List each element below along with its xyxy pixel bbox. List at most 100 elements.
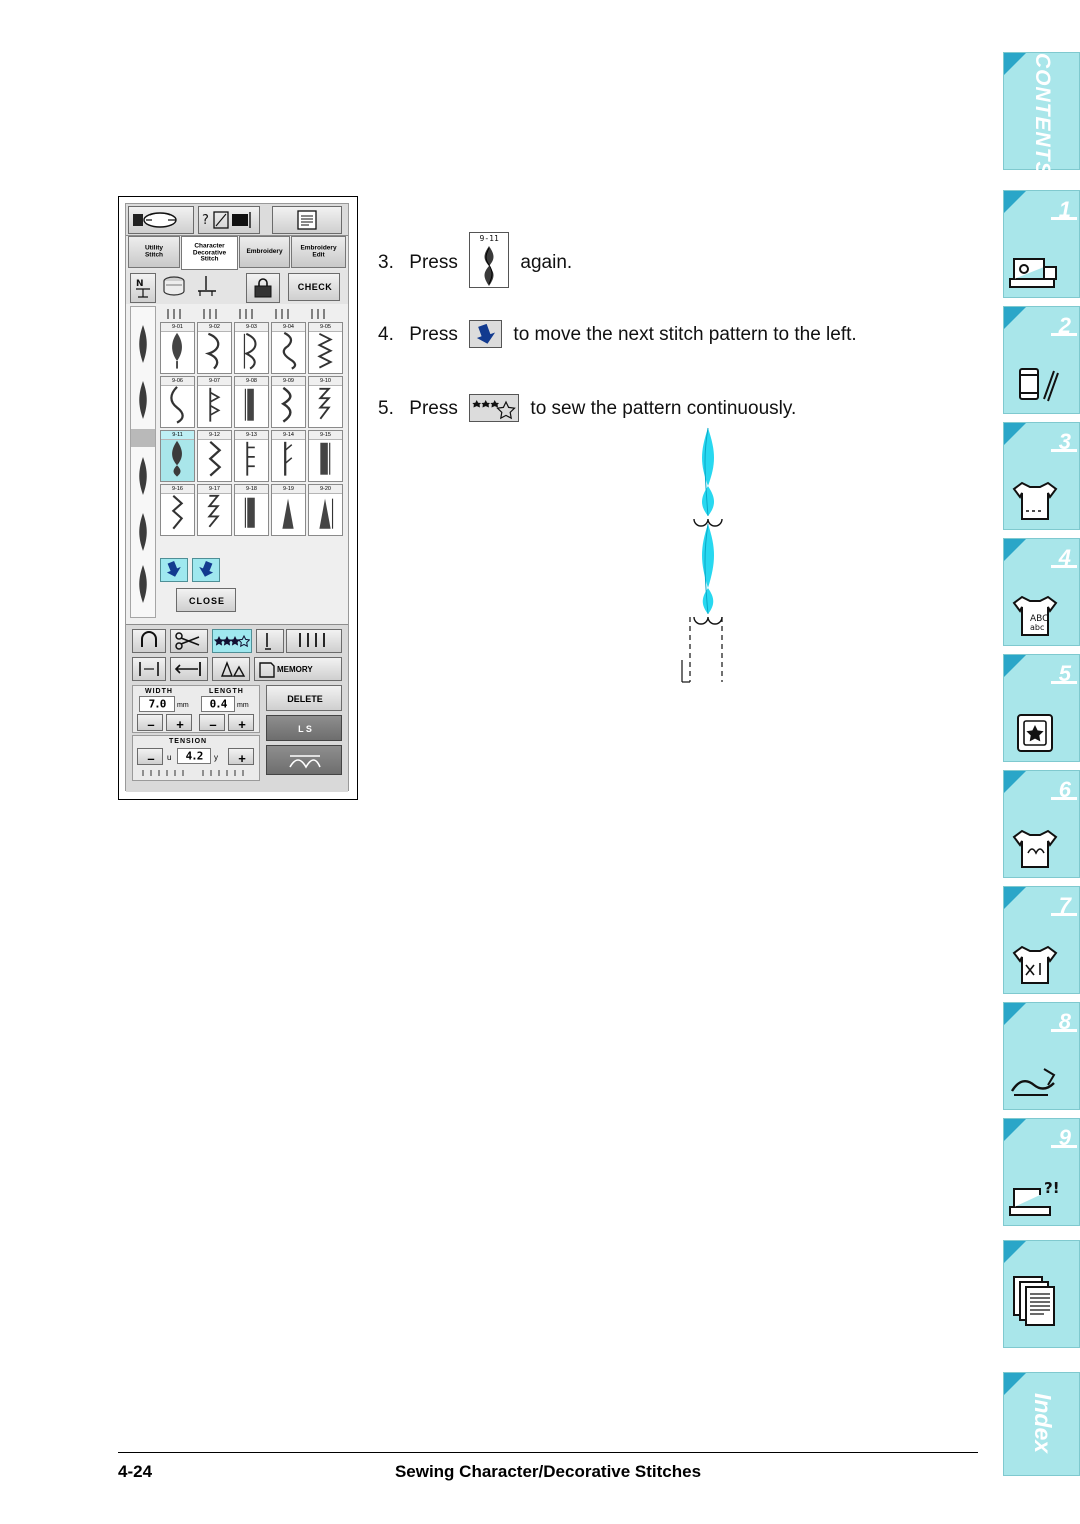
sidebar-tab-9[interactable]: 9 ?! [1003, 1118, 1080, 1226]
presser-foot-icon-group[interactable] [192, 274, 222, 302]
reverse-stitch-button[interactable] [132, 629, 166, 653]
icon-thread-spool-button[interactable] [128, 206, 194, 234]
size-button[interactable] [212, 657, 250, 681]
tab-corner-decoration [1004, 539, 1026, 561]
lcd-function-panel: MEMORY WIDTH LENGTH 7.0 mm 0.4 mm – + – … [126, 624, 348, 792]
tension-panel: TENSION – u 4.2 y + [132, 735, 260, 781]
width-minus-button[interactable]: – [137, 714, 163, 731]
bobbin-icon-group[interactable] [160, 274, 190, 302]
tension-plus-button[interactable]: + [228, 748, 254, 765]
stitch-cell-9-12[interactable]: 9-12 [197, 430, 232, 482]
stitch-settings-icon [289, 755, 321, 769]
stitch-cell-9-08[interactable]: 9-08 [234, 376, 269, 428]
stitch-art-icon [171, 495, 184, 530]
sidebar-tab-5[interactable]: 5 [1003, 654, 1080, 762]
sidebar-tab-7[interactable]: 7 [1003, 886, 1080, 994]
stitch-art-icon [280, 386, 292, 423]
elongation-button[interactable] [170, 657, 208, 681]
check-button[interactable]: CHECK [288, 273, 340, 301]
arrow-down-left-icon [166, 561, 181, 577]
tab-dash [1051, 913, 1077, 916]
stitch-art-icon [320, 442, 331, 475]
tension-right-marker: y [214, 753, 218, 762]
arrow-down-right-icon [199, 561, 214, 577]
stitch-cell-9-20[interactable]: 9-20 [308, 484, 343, 536]
sidebar-tab-3-icon-wrap [1004, 475, 1079, 525]
sewing-machine-lcd-screenshot: ? Utility Stitch Character Decorative St… [118, 196, 358, 800]
needle-position-button[interactable] [256, 629, 284, 653]
sidebar-tab-6[interactable]: 6 [1003, 770, 1080, 878]
stitch-cell-9-11[interactable]: 9-11 [160, 430, 195, 482]
tab-character-decorative-stitch[interactable]: Character Decorative Stitch [181, 236, 238, 270]
key-move-left[interactable] [469, 320, 503, 348]
needle-mode-button[interactable]: N [130, 273, 156, 303]
move-pattern-right-button[interactable] [192, 558, 220, 582]
stitch-cell-9-07[interactable]: 9-07 [197, 376, 232, 428]
width-length-panel: WIDTH LENGTH 7.0 mm 0.4 mm – + – + [132, 685, 260, 733]
tab-embroidery-edit[interactable]: Embroidery Edit [291, 236, 346, 268]
tension-value: 4.2 [185, 749, 204, 763]
move-pattern-left-button[interactable] [160, 558, 188, 582]
icon-page-button[interactable] [272, 206, 342, 234]
spool-and-needles-icon [1019, 368, 1059, 402]
sidebar-tab-3[interactable]: 3 [1003, 422, 1080, 530]
stitch-settings-button[interactable] [266, 745, 342, 775]
reverse-stitch-icon [141, 631, 157, 647]
mirror-button[interactable] [132, 657, 166, 681]
stitch-grid: 9-01 9-02 9-03 9-04 9-05 9-06 9-07 9-08 … [160, 322, 344, 554]
stitch-cell-9-19[interactable]: 9-19 [271, 484, 306, 536]
stitch-cell-9-14[interactable]: 9-14 [271, 430, 306, 482]
stitch-cell-9-04[interactable]: 9-04 [271, 322, 306, 374]
stitch-cell-9-06[interactable]: 9-06 [160, 376, 195, 428]
tension-minus-button[interactable]: – [137, 748, 163, 765]
key-pattern-9-11[interactable]: 9-11 [469, 232, 510, 288]
step-5-post: to sew the pattern continuously. [530, 398, 797, 419]
stitch-cell-9-09[interactable]: 9-09 [271, 376, 306, 428]
key-continuous-sew[interactable] [469, 394, 520, 422]
width-value-box: 7.0 [139, 696, 175, 712]
thread-cutter-button[interactable] [170, 629, 208, 653]
stitch-cell-9-16[interactable]: 9-16 [160, 484, 195, 536]
sidebar-tab-1[interactable]: 1 [1003, 190, 1080, 298]
tab-corner-decoration [1004, 771, 1026, 793]
tab-utility-stitch[interactable]: Utility Stitch [128, 236, 180, 268]
step-3-post: again. [520, 252, 573, 273]
memory-button[interactable]: MEMORY [254, 657, 342, 681]
stitch-cell-9-10[interactable]: 9-10 [308, 376, 343, 428]
stitch-cell-9-18[interactable]: 9-18 [234, 484, 269, 536]
stitch-art-icon [282, 331, 297, 370]
arrow-down-left-icon [477, 323, 496, 344]
length-label: LENGTH [209, 688, 244, 695]
stitch-art-icon [170, 386, 184, 424]
tab-embroidery[interactable]: Embroidery [239, 236, 290, 268]
stitch-cell-9-17[interactable]: 9-17 [197, 484, 232, 536]
length-plus-button[interactable]: + [228, 714, 254, 731]
delete-button[interactable]: DELETE [266, 685, 342, 711]
stitch-cell-9-13[interactable]: 9-13 [234, 430, 269, 482]
close-button[interactable]: CLOSE [176, 588, 236, 612]
stitch-cell-9-03[interactable]: 9-03 [234, 322, 269, 374]
page-number: 4-24 [118, 1462, 153, 1481]
stitch-cell-9-15[interactable]: 9-15 [308, 430, 343, 482]
sidebar-tab-8-icon-wrap [1004, 1055, 1079, 1105]
icon-needle-guide-button[interactable]: ? [198, 206, 260, 234]
sidebar-tab-index[interactable]: Index [1003, 1372, 1080, 1476]
lock-button[interactable] [246, 273, 280, 303]
stitch-cell-9-05[interactable]: 9-05 [308, 322, 343, 374]
twin-needle-button[interactable] [286, 629, 342, 653]
stitch-cell-9-02[interactable]: 9-02 [197, 322, 232, 374]
width-plus-button[interactable]: + [166, 714, 192, 731]
tab-dash [1051, 797, 1077, 800]
length-minus-button[interactable]: – [199, 714, 225, 731]
tab-dash [1051, 449, 1077, 452]
sidebar-tab-8[interactable]: 8 [1003, 1002, 1080, 1110]
sidebar-tab-2[interactable]: 2 [1003, 306, 1080, 414]
stitch-cell-9-01[interactable]: 9-01 [160, 322, 195, 374]
ls-button[interactable]: L S [266, 715, 342, 741]
continuous-sew-button[interactable] [212, 629, 252, 653]
sidebar-tab-4[interactable]: 4 ABC abc [1003, 538, 1080, 646]
stitch-art-icon [172, 440, 182, 477]
continuous-sew-icon [472, 399, 516, 420]
sidebar-tab-pages[interactable] [1003, 1240, 1080, 1348]
sidebar-tab-contents[interactable]: CONTENTS [1003, 52, 1080, 177]
